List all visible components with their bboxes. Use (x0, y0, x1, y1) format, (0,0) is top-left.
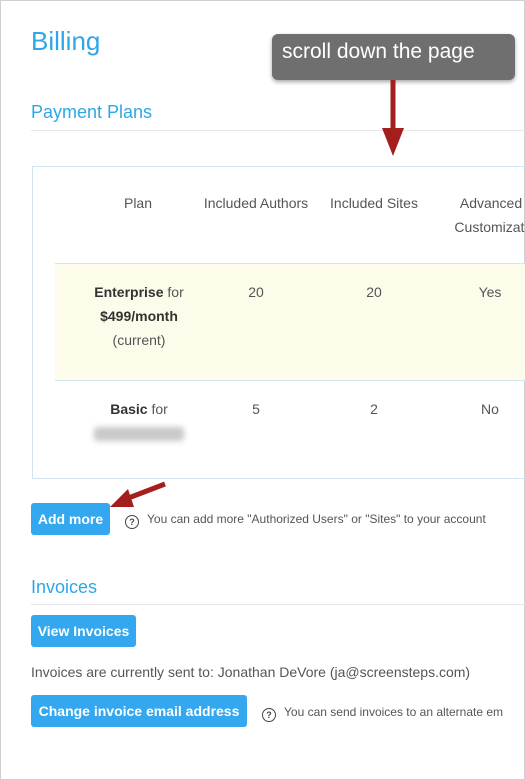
annotation-arrows (110, 80, 404, 507)
red-arrow-icon (382, 80, 404, 156)
red-arrow-icon (110, 481, 166, 507)
